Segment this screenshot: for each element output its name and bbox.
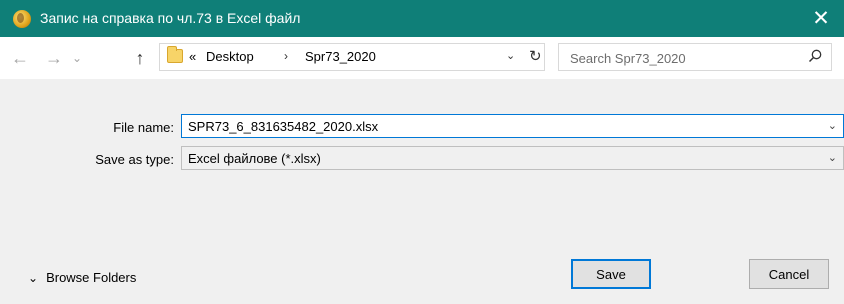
search-box[interactable] xyxy=(558,43,832,72)
save-button[interactable]: Save xyxy=(571,259,651,289)
file-name-value[interactable]: SPR73_6_831635482_2020.xlsx xyxy=(188,119,378,134)
recent-locations-button[interactable]: ⌄ xyxy=(70,47,84,69)
address-dropdown-icon[interactable]: ⌄ xyxy=(506,49,515,62)
back-arrow-icon: ← xyxy=(11,47,29,68)
breadcrumb-spr73-2020[interactable]: Spr73_2020 xyxy=(305,49,376,64)
forward-arrow-icon: → xyxy=(45,47,63,68)
chevron-down-icon: ⌄ xyxy=(71,51,83,65)
navigation-bar: ← → ⌄ ↑ « Desktop › Spr73_2020 ⌄ ↻ xyxy=(0,37,844,79)
forward-button[interactable]: → xyxy=(43,47,65,69)
chevron-down-icon[interactable]: ⌄ xyxy=(828,119,837,132)
address-bar[interactable]: « Desktop › Spr73_2020 ⌄ ↻ xyxy=(159,43,545,71)
browse-folders-toggle[interactable]: ⌄ Browse Folders xyxy=(28,270,136,285)
cancel-button-label: Cancel xyxy=(768,266,810,282)
breadcrumb-separator-icon[interactable]: › xyxy=(284,49,288,63)
save-as-type-select[interactable]: Excel файлове (*.xlsx) ⌄ xyxy=(181,146,844,170)
back-button[interactable]: ← xyxy=(9,47,31,69)
browse-folders-label: Browse Folders xyxy=(46,270,137,285)
app-icon xyxy=(13,10,31,28)
save-as-type-label: Save as type: xyxy=(95,152,174,167)
chevron-down-icon: ⌄ xyxy=(28,271,39,285)
title-bar: Запис на справка по чл.73 в Excel файл ✕ xyxy=(0,0,844,37)
chevron-down-icon[interactable]: ⌄ xyxy=(828,151,837,164)
window-title: Запис на справка по чл.73 в Excel файл xyxy=(40,10,301,26)
up-button[interactable]: ↑ xyxy=(129,47,151,69)
refresh-icon[interactable]: ↻ xyxy=(529,47,542,65)
breadcrumb-desktop[interactable]: Desktop xyxy=(206,49,254,64)
close-icon: ✕ xyxy=(812,7,830,30)
up-arrow-icon: ↑ xyxy=(135,47,145,68)
breadcrumb-overflow[interactable]: « xyxy=(189,49,196,64)
search-input[interactable] xyxy=(559,44,812,72)
search-icon[interactable] xyxy=(808,49,822,63)
save-as-type-value[interactable]: Excel файлове (*.xlsx) xyxy=(188,151,321,166)
cancel-button[interactable]: Cancel xyxy=(749,259,829,289)
folder-icon xyxy=(167,46,183,63)
file-name-label: File name: xyxy=(113,120,174,135)
close-button[interactable]: ✕ xyxy=(798,0,844,37)
file-name-field[interactable]: SPR73_6_831635482_2020.xlsx ⌄ xyxy=(181,114,844,138)
save-button-label: Save xyxy=(596,266,626,282)
